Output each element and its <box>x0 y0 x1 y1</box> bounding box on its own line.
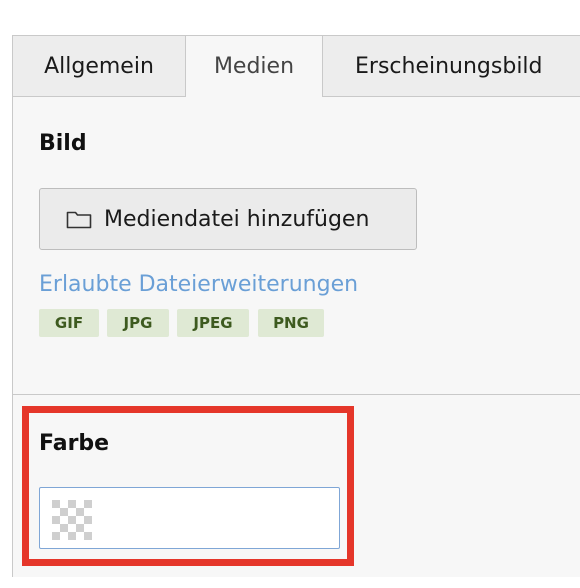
section-divider <box>13 394 580 395</box>
add-media-button[interactable]: Mediendatei hinzufügen <box>39 188 417 250</box>
tab-bar: Allgemein Medien Erscheinungsbild <box>12 35 580 97</box>
folder-icon <box>66 211 92 229</box>
extension-badge-jpg: JPG <box>107 309 169 337</box>
extension-badge-jpeg: JPEG <box>177 309 249 337</box>
tab-erscheinungsbild[interactable]: Erscheinungsbild <box>323 35 580 96</box>
allowed-extensions-link[interactable]: Erlaubte Dateierweiterungen <box>39 272 358 297</box>
highlight-box <box>22 406 354 566</box>
extension-badge-gif: GIF <box>39 309 99 337</box>
add-media-button-label: Mediendatei hinzufügen <box>104 206 370 232</box>
tab-allgemein[interactable]: Allgemein <box>12 35 186 96</box>
tab-medien[interactable]: Medien <box>186 35 323 97</box>
bild-label: Bild <box>39 131 87 156</box>
extension-badge-png: PNG <box>258 309 324 337</box>
